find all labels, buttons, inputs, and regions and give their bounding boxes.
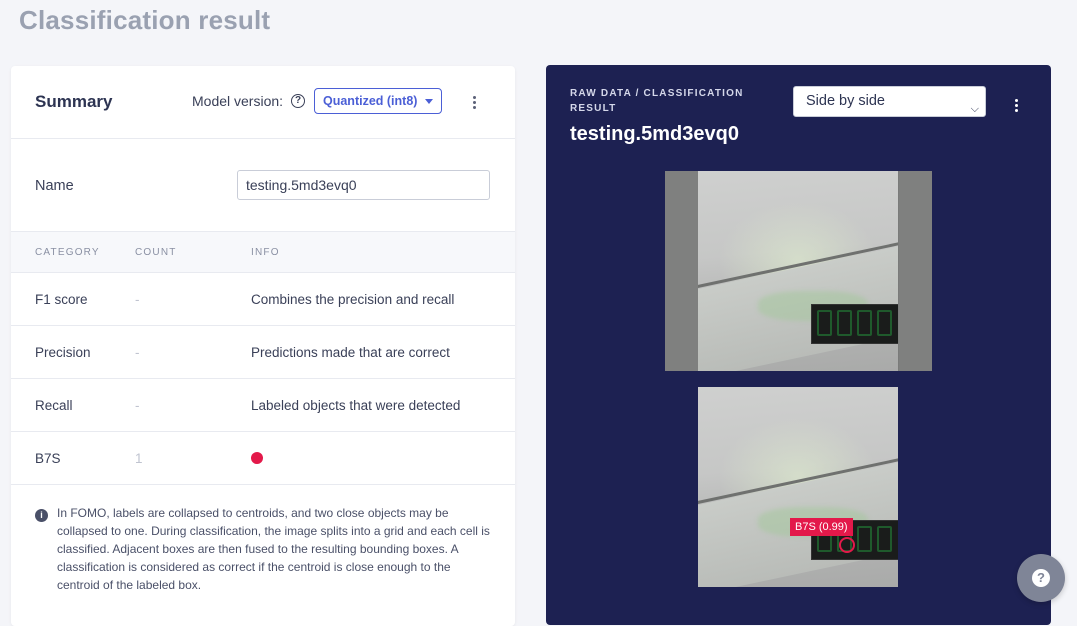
row-info: Combines the precision and recall	[251, 292, 455, 307]
view-mode-select[interactable]: Side by side ⌵	[793, 86, 986, 117]
row-info: Labeled objects that were detected	[251, 398, 461, 413]
caret-down-icon	[425, 99, 433, 104]
more-vertical-icon[interactable]	[473, 96, 477, 111]
row-category: Recall	[35, 398, 73, 413]
metrics-table: CATEGORY COUNT INFO F1 score - Combines …	[11, 232, 515, 485]
column-header-info: INFO	[251, 247, 280, 258]
column-header-count: COUNT	[135, 247, 177, 258]
prediction-label: B7S (0.99)	[790, 518, 853, 536]
summary-title: Summary	[35, 92, 113, 111]
row-category: Precision	[35, 345, 91, 360]
row-count: -	[135, 292, 140, 307]
label-color-dot	[251, 452, 263, 464]
prediction-centroid-marker	[839, 537, 855, 553]
model-version-label: Model version:	[192, 93, 284, 109]
page-title: Classification result	[19, 5, 271, 35]
sample-name: testing.5md3evq0	[570, 123, 739, 145]
table-header: CATEGORY COUNT INFO	[11, 232, 515, 273]
table-row: Precision - Predictions made that are co…	[11, 326, 515, 379]
summary-header: Summary Model version: ? Quantized (int8…	[11, 66, 515, 139]
raw-data-eyebrow: RAW DATA / CLASSIFICATION RESULT	[570, 88, 744, 114]
fomo-info-note: i In FOMO, labels are collapsed to centr…	[35, 504, 495, 594]
summary-card: Summary Model version: ? Quantized (int8…	[11, 66, 515, 626]
table-row: F1 score - Combines the precision and re…	[11, 273, 515, 326]
chevron-down-icon: ⌵	[970, 103, 979, 115]
name-label: Name	[35, 178, 74, 194]
model-version-value: Quantized (int8)	[323, 94, 418, 108]
more-vertical-icon[interactable]	[1015, 99, 1019, 114]
name-input[interactable]	[237, 170, 490, 200]
row-info: Predictions made that are correct	[251, 345, 450, 360]
table-row: Recall - Labeled objects that were detec…	[11, 379, 515, 432]
model-version-dropdown[interactable]: Quantized (int8)	[314, 88, 442, 114]
name-row: Name	[11, 139, 515, 232]
row-count: -	[135, 398, 140, 413]
raw-image	[665, 171, 932, 371]
raw-data-panel: RAW DATA / CLASSIFICATION RESULT testing…	[546, 65, 1051, 625]
fomo-info-text: In FOMO, labels are collapsed to centroi…	[57, 506, 490, 592]
row-count: -	[135, 345, 140, 360]
view-mode-value: Side by side	[806, 93, 885, 109]
row-category: F1 score	[35, 292, 88, 307]
row-count: 1	[135, 451, 143, 466]
table-row: B7S 1	[11, 432, 515, 485]
help-circle-icon[interactable]: ?	[291, 94, 305, 108]
info-icon: i	[35, 509, 48, 522]
row-info-color	[251, 451, 263, 467]
column-header-category: CATEGORY	[35, 247, 100, 258]
classified-image: B7S (0.99)	[698, 387, 898, 587]
row-category: B7S	[35, 451, 61, 466]
help-button[interactable]: ?	[1017, 554, 1065, 602]
question-icon: ?	[1032, 569, 1050, 587]
